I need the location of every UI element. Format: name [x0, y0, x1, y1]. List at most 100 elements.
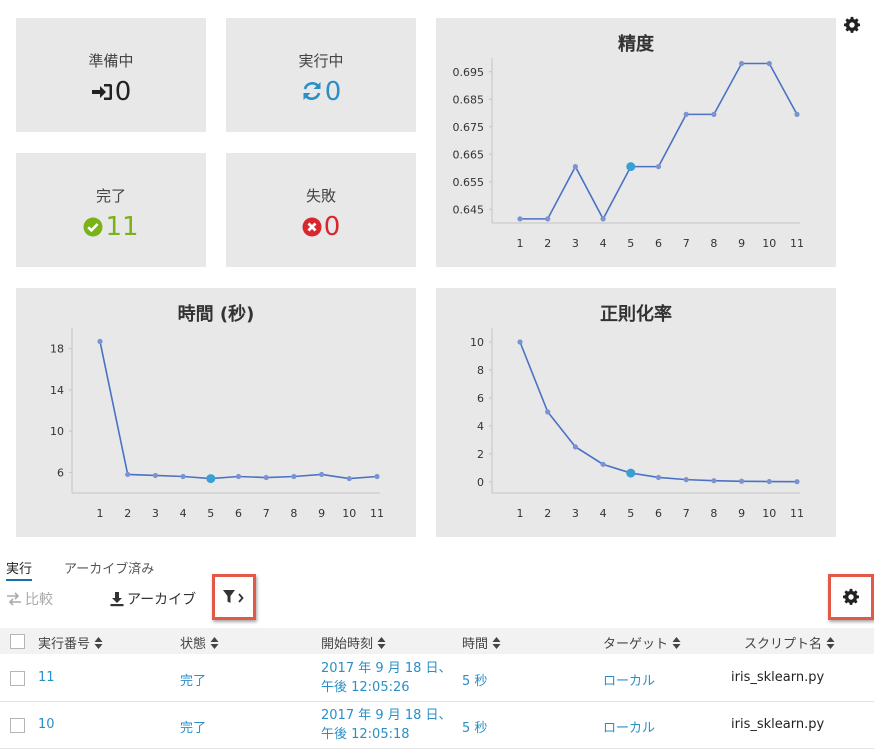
- regularization-chart: 正則化率 0 2 4 6 8 10 1 2 3 4 5 6 7 8 9 10 11: [436, 288, 836, 537]
- sort-icon: [826, 636, 835, 649]
- x-tick-label: 3: [572, 507, 579, 520]
- compare-label: 比較: [25, 592, 53, 608]
- table-row[interactable]: 11 完了 2017 年 9 月 18 日、 午後 12:05:26 5 秒 ロ…: [0, 655, 874, 702]
- data-point: [572, 164, 578, 170]
- download-icon: [110, 592, 124, 607]
- data-point: [319, 471, 325, 478]
- stat-number: 0: [323, 212, 341, 242]
- tab-archived[interactable]: アーカイブ済み: [64, 558, 154, 577]
- start-time-link[interactable]: 2017 年 9 月 18 日、 午後 12:05:18: [321, 706, 452, 744]
- highlighted-point: [626, 162, 636, 172]
- start-date: 2017 年 9 月 18 日、: [321, 661, 452, 676]
- data-point: [655, 474, 662, 481]
- column-header-target[interactable]: ターゲット: [603, 633, 681, 652]
- stat-label: 失敗: [305, 187, 336, 205]
- target-link[interactable]: ローカル: [603, 717, 655, 736]
- data-point: [655, 164, 662, 170]
- data-point: [600, 216, 606, 222]
- row-checkbox[interactable]: [10, 718, 25, 733]
- stat-card-failed: 失敗 0: [226, 153, 416, 267]
- start-time-link[interactable]: 2017 年 9 月 18 日、 午後 12:05:26: [321, 659, 452, 697]
- y-tick-label: 10: [50, 425, 64, 438]
- data-point: [711, 111, 717, 117]
- tab-runs[interactable]: 実行: [6, 558, 33, 581]
- run-number-link[interactable]: 10: [38, 717, 55, 732]
- column-header-script[interactable]: スクリプト名: [744, 633, 835, 652]
- duration-link[interactable]: 5 秒: [462, 717, 487, 736]
- data-point: [517, 216, 523, 222]
- y-tick-label: 18: [50, 343, 64, 356]
- y-tick-label: 0: [477, 476, 484, 489]
- row-checkbox[interactable]: [10, 671, 25, 686]
- compare-button[interactable]: 比較: [6, 589, 53, 609]
- x-tick-label: 1: [517, 237, 524, 250]
- x-tick-label: 6: [235, 507, 242, 520]
- compare-arrows-icon: [7, 592, 21, 606]
- column-header-status[interactable]: 状態: [180, 633, 219, 652]
- data-point: [235, 473, 242, 480]
- data-point: [346, 475, 352, 482]
- table-settings-button[interactable]: [828, 574, 874, 620]
- sort-icon: [492, 636, 501, 649]
- column-header-label: 開始時刻: [321, 637, 374, 652]
- data-point: [766, 478, 772, 485]
- stat-value: 0: [16, 76, 206, 108]
- highlighted-point: [206, 474, 216, 484]
- series-line: [99, 341, 378, 480]
- x-tick-label: 11: [370, 507, 384, 520]
- column-header-duration[interactable]: 時間: [462, 633, 501, 652]
- table-header: 実行番号 状態 開始時刻 時間 ターゲット スクリプト名: [0, 628, 874, 654]
- column-header-label: 実行番号: [38, 637, 91, 652]
- x-circle-icon: [302, 217, 322, 237]
- data-point: [125, 471, 131, 478]
- x-tick-label: 9: [738, 237, 745, 250]
- start-date: 2017 年 9 月 18 日、: [321, 708, 452, 723]
- gear-icon: [842, 588, 860, 605]
- accuracy-chart-plot: 0.645 0.655 0.665 0.675 0.685 0.695 1 2 3 4 5 6 7 8 9 1…: [453, 58, 804, 250]
- x-tick-label: 4: [600, 237, 607, 250]
- run-number-link[interactable]: 11: [38, 670, 55, 685]
- x-tick-label: 7: [683, 507, 690, 520]
- filter-icon: [223, 590, 244, 603]
- column-header-start-time[interactable]: 開始時刻: [321, 633, 386, 652]
- stat-number: 11: [105, 212, 139, 242]
- refresh-icon: [303, 82, 321, 100]
- y-tick-label: 4: [477, 420, 484, 433]
- target-link[interactable]: ローカル: [603, 670, 655, 689]
- status-link[interactable]: 完了: [180, 717, 206, 736]
- stat-number: 0: [114, 77, 132, 107]
- series-line: [520, 62, 798, 221]
- x-tick-label: 10: [342, 507, 356, 520]
- column-header-run-number[interactable]: 実行番号: [38, 633, 103, 652]
- data-point: [572, 444, 578, 450]
- settings-gear-icon[interactable]: [843, 16, 861, 34]
- stat-card-running: 実行中 0: [226, 18, 416, 132]
- data-point: [152, 472, 158, 479]
- duration-link[interactable]: 5 秒: [462, 670, 487, 689]
- y-tick-label: 0.665: [453, 148, 485, 161]
- status-link[interactable]: 完了: [180, 670, 206, 689]
- sort-icon: [377, 636, 386, 649]
- x-tick-label: 7: [683, 237, 690, 250]
- start-clock: 午後 12:05:18: [321, 727, 410, 742]
- stat-label: 実行中: [298, 52, 344, 70]
- select-all-checkbox[interactable]: [10, 634, 25, 649]
- y-tick-label: 0.645: [453, 203, 485, 216]
- data-point: [517, 339, 523, 345]
- column-header-label: 時間: [462, 637, 489, 652]
- x-tick-label: 10: [762, 507, 776, 520]
- x-tick-label: 8: [290, 507, 297, 520]
- duration-chart: 時間 (秒) 6 10 14 18 1 2 3 4 5 6 7 8 9 10 11: [16, 288, 416, 537]
- script-name[interactable]: iris_sklearn.py: [731, 717, 824, 732]
- regularization-chart-plot: 02468101 2 3 4 5 6 7 8 9 10 11: [470, 328, 804, 520]
- script-name[interactable]: iris_sklearn.py: [731, 670, 824, 685]
- stat-value: 0: [226, 211, 416, 243]
- x-tick-label: 7: [263, 507, 270, 520]
- table-row[interactable]: 10 完了 2017 年 9 月 18 日、 午後 12:05:18 5 秒 ロ…: [0, 702, 874, 749]
- x-tick-label: 5: [627, 507, 634, 520]
- filter-button[interactable]: [212, 574, 256, 620]
- data-point: [545, 409, 551, 415]
- archive-button[interactable]: アーカイブ: [110, 589, 196, 609]
- x-tick-label: 2: [544, 237, 551, 250]
- archive-label: アーカイブ: [127, 592, 197, 608]
